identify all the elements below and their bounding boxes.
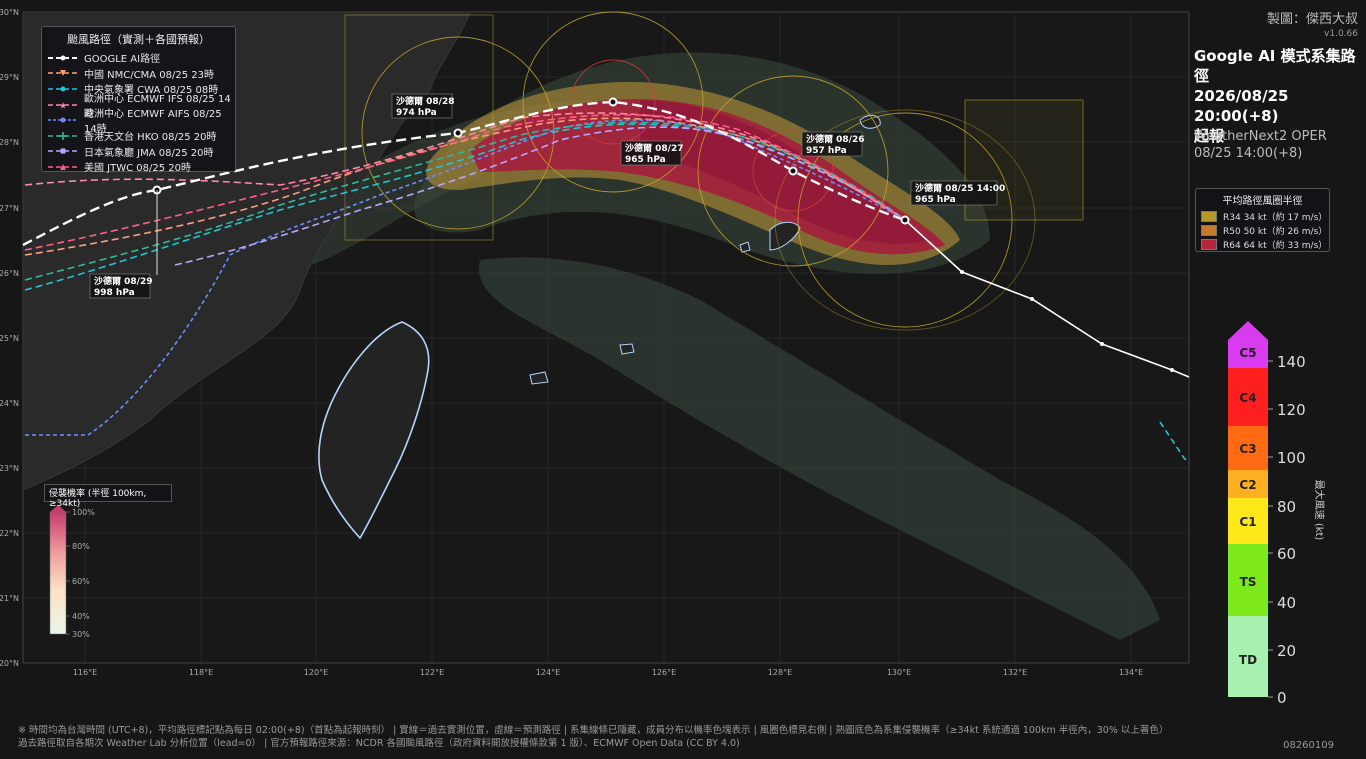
model-info: WeatherNext2 OPER 08/25 14:00(+8) [1194, 129, 1327, 161]
credit: 製圖：傑西大叔 v1.0.66 [1267, 8, 1358, 39]
svg-text:26°N: 26°N [0, 269, 19, 278]
svg-text:C3: C3 [1239, 442, 1256, 456]
svg-text:116°E: 116°E [73, 668, 97, 677]
svg-text:80: 80 [1277, 498, 1296, 516]
svg-text:122°E: 122°E [420, 668, 444, 677]
storm-label-0829: 沙德爾 08/29 998 hPa [89, 273, 152, 299]
svg-text:C4: C4 [1239, 391, 1256, 405]
wind-radii-legend: 平均路徑風圈半徑 R34 34 kt（約 17 m/s） R50 50 kt（約… [1195, 188, 1330, 252]
svg-text:沙德爾 08/27: 沙德爾 08/27 [625, 142, 683, 154]
intensity-colorbar: C5 C4 C3 C2 C1 TS TD 140 120 100 80 60 4… [1228, 321, 1326, 707]
svg-text:25°N: 25°N [0, 334, 19, 343]
probability-title: 侵襲機率 (半徑 100km, ≥34kt) [44, 484, 172, 509]
storm-label-0825: 沙德爾 08/25 14:00 965 hPa [910, 180, 1005, 206]
svg-text:★: ★ [59, 101, 67, 110]
svg-text:沙德爾 08/29: 沙德爾 08/29 [94, 275, 152, 287]
svg-text:118°E: 118°E [189, 668, 213, 677]
svg-text:20°N: 20°N [0, 659, 19, 668]
svg-text:126°E: 126°E [652, 668, 676, 677]
legend-title: 颱風路徑（實測＋各國預報） [67, 33, 210, 46]
svg-text:40%: 40% [72, 612, 90, 621]
author-credit: 製圖：傑西大叔 [1266, 12, 1358, 27]
svg-text:23°N: 23°N [0, 464, 19, 473]
svg-text:沙德爾 08/28: 沙德爾 08/28 [396, 95, 454, 107]
legend-item-google-ai: GOOGLE AI路徑 [42, 50, 235, 66]
svg-text:沙德爾 08/25 14:00: 沙德爾 08/25 14:00 [915, 182, 1005, 194]
svg-text:TS: TS [1240, 575, 1257, 589]
svg-text:130°E: 130°E [887, 668, 911, 677]
svg-text:20: 20 [1277, 642, 1296, 660]
wind-legend-r50: R50 50 kt（約 26 m/s） [1196, 223, 1329, 237]
svg-text:0: 0 [1277, 689, 1287, 707]
svg-text:957 hPa: 957 hPa [806, 146, 847, 156]
svg-text:965 hPa: 965 hPa [915, 195, 956, 205]
svg-text:128°E: 128°E [768, 668, 792, 677]
svg-text:974 hPa: 974 hPa [396, 108, 437, 118]
svg-text:30%: 30% [72, 630, 90, 639]
svg-text:22°N: 22°N [0, 529, 19, 538]
wind-legend-r64: R64 64 kt（約 33 m/s） [1196, 237, 1329, 251]
svg-text:TD: TD [1239, 653, 1257, 667]
lat-ticks: 30°N 29°N 28°N 27°N 26°N 25°N 24°N 23°N … [0, 8, 19, 668]
svg-text:100%: 100% [72, 508, 95, 517]
storm-label-0828: 沙德爾 08/28 974 hPa [391, 93, 454, 119]
svg-text:80%: 80% [72, 542, 90, 551]
svg-text:C1: C1 [1239, 515, 1256, 529]
svg-text:140: 140 [1277, 353, 1306, 371]
legend-item-jtwc: 美國 JTWC 08/25 20時 [42, 159, 235, 175]
svg-text:29°N: 29°N [0, 73, 19, 82]
svg-text:60%: 60% [72, 577, 90, 586]
svg-text:27°N: 27°N [0, 204, 19, 213]
track-legend: 颱風路徑（實測＋各國預報） GOOGLE AI路徑 中國 NMC/CMA 08/… [41, 26, 236, 175]
svg-text:沙德爾 08/26: 沙德爾 08/26 [806, 133, 864, 145]
version-label: v1.0.66 [1324, 29, 1358, 39]
svg-text:120: 120 [1277, 401, 1306, 419]
svg-text:30°N: 30°N [0, 8, 19, 17]
lon-ticks: 116°E 118°E 120°E 122°E 124°E 126°E 128°… [73, 668, 1143, 677]
legend-item-cma: 中國 NMC/CMA 08/25 23時 [42, 66, 235, 82]
legend-item-ecmwf-aifs: 歐洲中心 ECMWF AIFS 08/25 14時 [42, 109, 235, 135]
storm-label-0827: 沙德爾 08/27 965 hPa [620, 140, 683, 166]
svg-text:21°N: 21°N [0, 594, 19, 603]
svg-text:24°N: 24°N [0, 399, 19, 408]
svg-text:28°N: 28°N [0, 138, 19, 147]
svg-text:965 hPa: 965 hPa [625, 155, 666, 165]
svg-text:C2: C2 [1239, 478, 1256, 492]
svg-text:124°E: 124°E [536, 668, 560, 677]
legend-item-hko: 香港天文台 HKO 08/25 20時 [42, 128, 235, 144]
wind-legend-r34: R34 34 kt（約 17 m/s） [1196, 209, 1329, 223]
storm-label-0826: 沙德爾 08/26 957 hPa [801, 131, 864, 157]
svg-text:134°E: 134°E [1119, 668, 1143, 677]
svg-text:100: 100 [1277, 449, 1306, 467]
image-code: 08260109 [1283, 740, 1334, 751]
svg-text:998 hPa: 998 hPa [94, 288, 135, 298]
svg-text:120°E: 120°E [304, 668, 328, 677]
svg-text:C5: C5 [1239, 346, 1256, 360]
wind-legend-title: 平均路徑風圈半徑 [1222, 196, 1303, 207]
svg-text:40: 40 [1277, 594, 1296, 612]
svg-text:60: 60 [1277, 545, 1296, 563]
intensity-axis-label: 最大風速 (kt) [1313, 480, 1326, 541]
footer-notes: ※ 時間均為台灣時間 (UTC+8)，平均路徑標記點為每日 02:00(+8)（… [18, 725, 1169, 749]
legend-item-jma: 日本氣象廳 JMA 08/25 20時 [42, 144, 235, 160]
svg-text:132°E: 132°E [1003, 668, 1027, 677]
